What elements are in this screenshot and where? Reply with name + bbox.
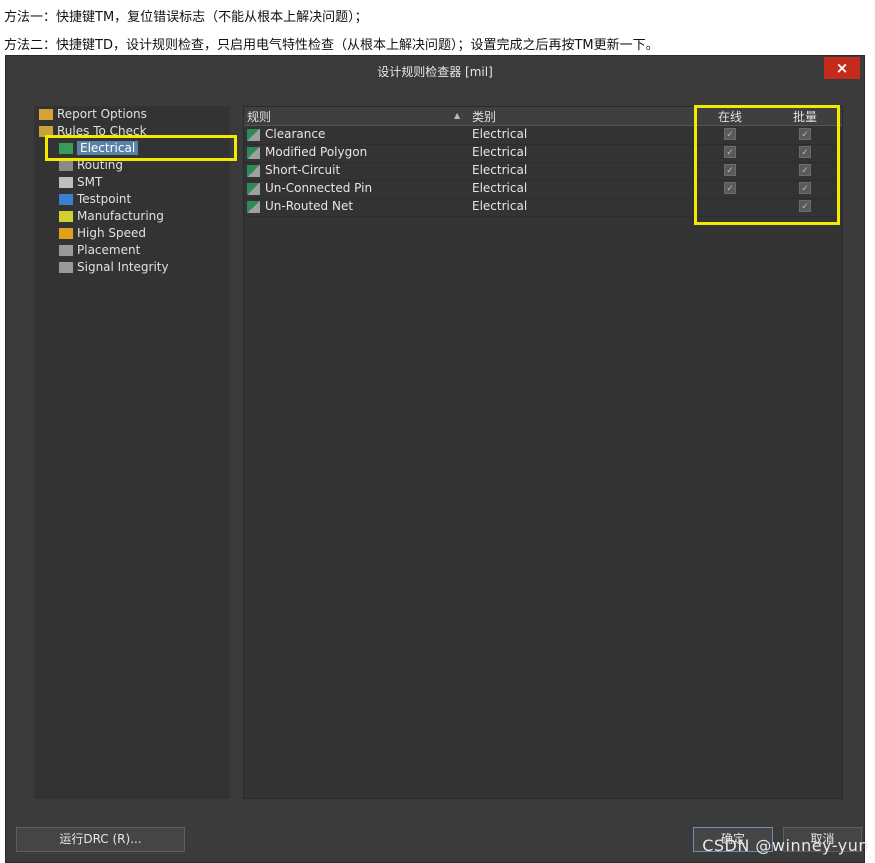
rule-name: Modified Polygon xyxy=(265,145,368,159)
drc-dialog: 设计规则检查器 [mil] × Report Options Rules To C… xyxy=(5,55,865,863)
rule-icon xyxy=(247,146,260,159)
run-drc-button[interactable]: 运行DRC (R)... xyxy=(16,827,185,852)
rule-category-cell: Electrical xyxy=(472,163,528,177)
dialog-title: 设计规则检查器 [mil] xyxy=(377,65,493,79)
manufacturing-icon xyxy=(59,211,73,222)
column-header-category[interactable]: 类别 xyxy=(472,108,496,125)
electrical-highlight-box xyxy=(45,135,237,161)
rule-name-cell: Clearance xyxy=(247,127,325,141)
tree-item-smt[interactable]: SMT xyxy=(59,174,102,191)
tree-item-placement[interactable]: Placement xyxy=(59,242,140,259)
watermark: CSDN @winney-yun xyxy=(702,836,869,855)
testpoint-icon xyxy=(59,194,73,205)
tree-item-label: SMT xyxy=(77,175,103,189)
signal-integrity-icon xyxy=(59,262,73,273)
tree-item-label: Report Options xyxy=(57,107,147,121)
placement-icon xyxy=(59,245,73,256)
tree-item-report-options[interactable]: Report Options xyxy=(39,106,147,123)
checkbox-columns-highlight-box xyxy=(694,105,840,225)
tree-item-manufacturing[interactable]: Manufacturing xyxy=(59,208,164,225)
rule-category-cell: Electrical xyxy=(472,181,528,195)
rule-icon xyxy=(247,164,260,177)
report-options-icon xyxy=(39,109,53,120)
rule-icon xyxy=(247,128,260,141)
rule-name-cell: Un-Connected Pin xyxy=(247,181,372,195)
tree-item-signal-integrity[interactable]: Signal Integrity xyxy=(59,259,169,276)
tree-item-label: High Speed xyxy=(77,226,147,240)
rule-category-cell: Electrical xyxy=(472,127,528,141)
rule-icon xyxy=(247,200,260,213)
tree-item-label: Testpoint xyxy=(77,192,132,206)
smt-icon xyxy=(59,177,73,188)
rule-category-cell: Electrical xyxy=(472,145,528,159)
instruction-line-1: 方法一：快捷键TM，复位错误标志（不能从根本上解决问题）； xyxy=(4,10,368,25)
rule-name: Clearance xyxy=(265,127,326,141)
rule-name: Short-Circuit xyxy=(265,163,341,177)
column-header-rule[interactable]: 规则 xyxy=(247,108,271,125)
rule-name: Un-Connected Pin xyxy=(265,181,373,195)
rule-name-cell: Short-Circuit xyxy=(247,163,340,177)
rule-name-cell: Un-Routed Net xyxy=(247,199,353,213)
high-speed-icon xyxy=(59,228,73,239)
dialog-titlebar: 设计规则检查器 [mil] × xyxy=(6,56,864,86)
rule-icon xyxy=(247,182,260,195)
tree-item-label: Signal Integrity xyxy=(77,260,169,274)
tree-item-label: Manufacturing xyxy=(77,209,164,223)
rule-name-cell: Modified Polygon xyxy=(247,145,367,159)
routing-icon xyxy=(59,160,73,171)
rule-tree-panel: Report Options Rules To Check Electrical Ro… xyxy=(34,106,230,799)
tree-item-testpoint[interactable]: Testpoint xyxy=(59,191,131,208)
sort-arrow-icon: ▲ xyxy=(454,111,461,120)
close-button[interactable]: × xyxy=(824,57,860,79)
rule-name: Un-Routed Net xyxy=(265,199,354,213)
instruction-line-2: 方法二：快捷键TD，设计规则检查，只启用电气特性检查（从根本上解决问题）；设置完… xyxy=(4,38,659,53)
tree-item-label: Placement xyxy=(77,243,141,257)
rule-category-cell: Electrical xyxy=(472,199,528,213)
tree-item-high-speed[interactable]: High Speed xyxy=(59,225,146,242)
